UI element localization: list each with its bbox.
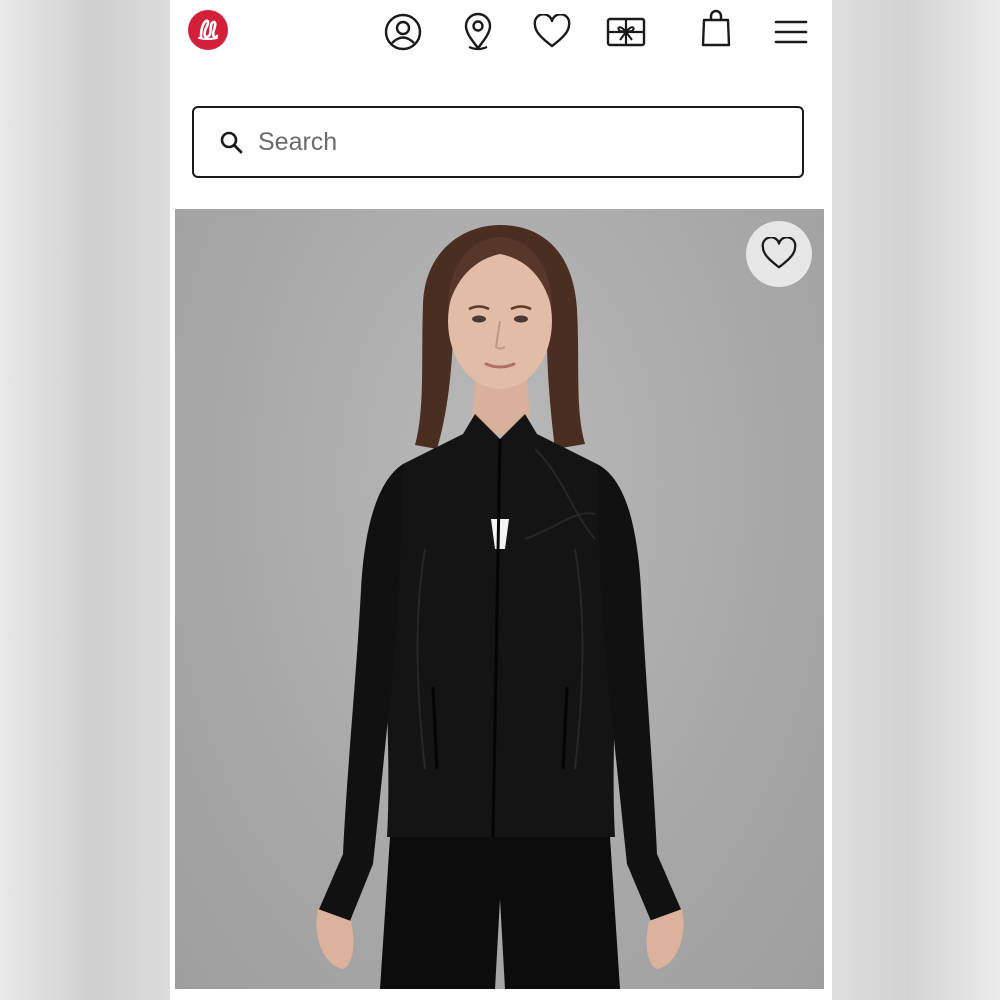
product-image[interactable] xyxy=(175,209,824,989)
backdrop-right xyxy=(832,0,1000,1000)
page-bottom-spacer xyxy=(170,990,832,1000)
menu-icon[interactable] xyxy=(771,12,811,52)
favorite-button[interactable] xyxy=(746,221,812,287)
model-illustration xyxy=(316,225,684,989)
store-locator-icon[interactable] xyxy=(458,12,498,52)
wishlist-icon[interactable] xyxy=(532,12,572,52)
account-icon[interactable] xyxy=(383,12,423,52)
search-bar[interactable] xyxy=(192,106,804,178)
search-input[interactable] xyxy=(256,126,780,158)
mobile-page xyxy=(170,0,832,1000)
shopping-bag-icon[interactable] xyxy=(696,8,736,48)
backdrop-left xyxy=(0,0,170,1000)
gift-card-icon[interactable] xyxy=(606,12,646,52)
search-icon xyxy=(218,129,244,155)
heart-icon xyxy=(761,237,797,269)
lululemon-logo-icon[interactable] xyxy=(188,10,228,50)
site-header xyxy=(170,0,832,72)
